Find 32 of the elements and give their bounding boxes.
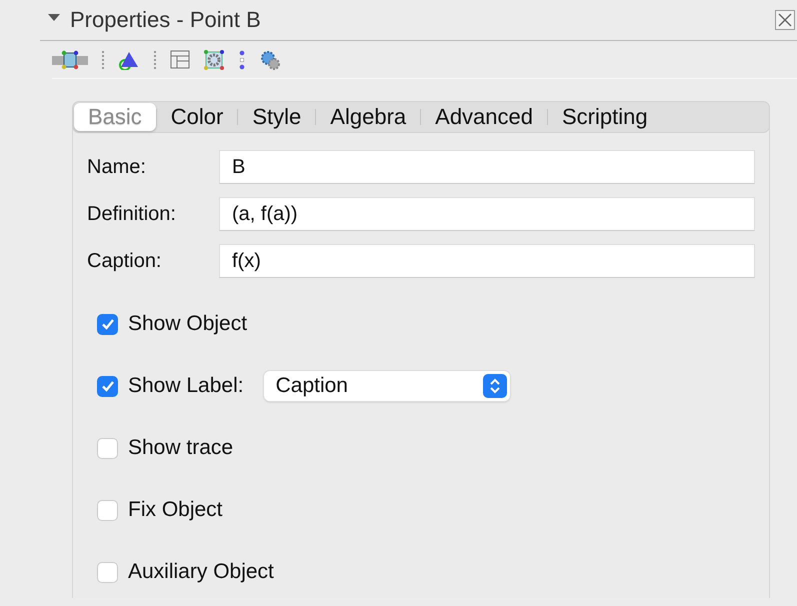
tab[interactable]: Advanced <box>421 103 547 131</box>
checkbox-label: Fix Object <box>128 498 223 522</box>
close-icon[interactable] <box>775 10 795 30</box>
checkbox-label: Show Label: <box>128 374 244 398</box>
text-field[interactable]: (a, f(a)) <box>219 197 755 231</box>
tab[interactable]: Algebra <box>316 103 420 131</box>
text-field[interactable]: B <box>219 150 755 184</box>
checkbox-label: Auxiliary Object <box>128 560 274 584</box>
up-down-arrows-icon <box>488 377 502 395</box>
checkbox[interactable] <box>97 438 118 458</box>
checkmark-icon <box>100 379 114 393</box>
field-label: Caption: <box>87 250 162 272</box>
panel-title: Properties - Point B <box>70 7 261 33</box>
field-label: Definition: <box>87 202 177 226</box>
checkbox[interactable] <box>97 376 118 396</box>
checkbox[interactable] <box>97 314 118 334</box>
checkmark-icon <box>100 317 114 331</box>
shapes-icon[interactable] <box>118 50 140 70</box>
tab[interactable]: Style <box>238 103 316 131</box>
checkbox-label: Show Object <box>128 312 248 336</box>
checkbox[interactable] <box>97 500 118 520</box>
layout-icon[interactable] <box>170 50 190 70</box>
tab[interactable]: Color <box>156 103 238 131</box>
field-label: Name: <box>87 156 147 178</box>
text-field[interactable]: f(x) <box>219 244 755 278</box>
dots-icon[interactable] <box>238 50 246 70</box>
checkbox[interactable] <box>97 562 118 582</box>
gears-icon[interactable] <box>260 50 280 70</box>
tab[interactable]: Scripting <box>548 103 662 131</box>
gear-square-icon[interactable] <box>204 50 224 70</box>
checkbox-label: Show trace <box>128 436 234 460</box>
dropdown[interactable]: Caption <box>264 371 510 401</box>
